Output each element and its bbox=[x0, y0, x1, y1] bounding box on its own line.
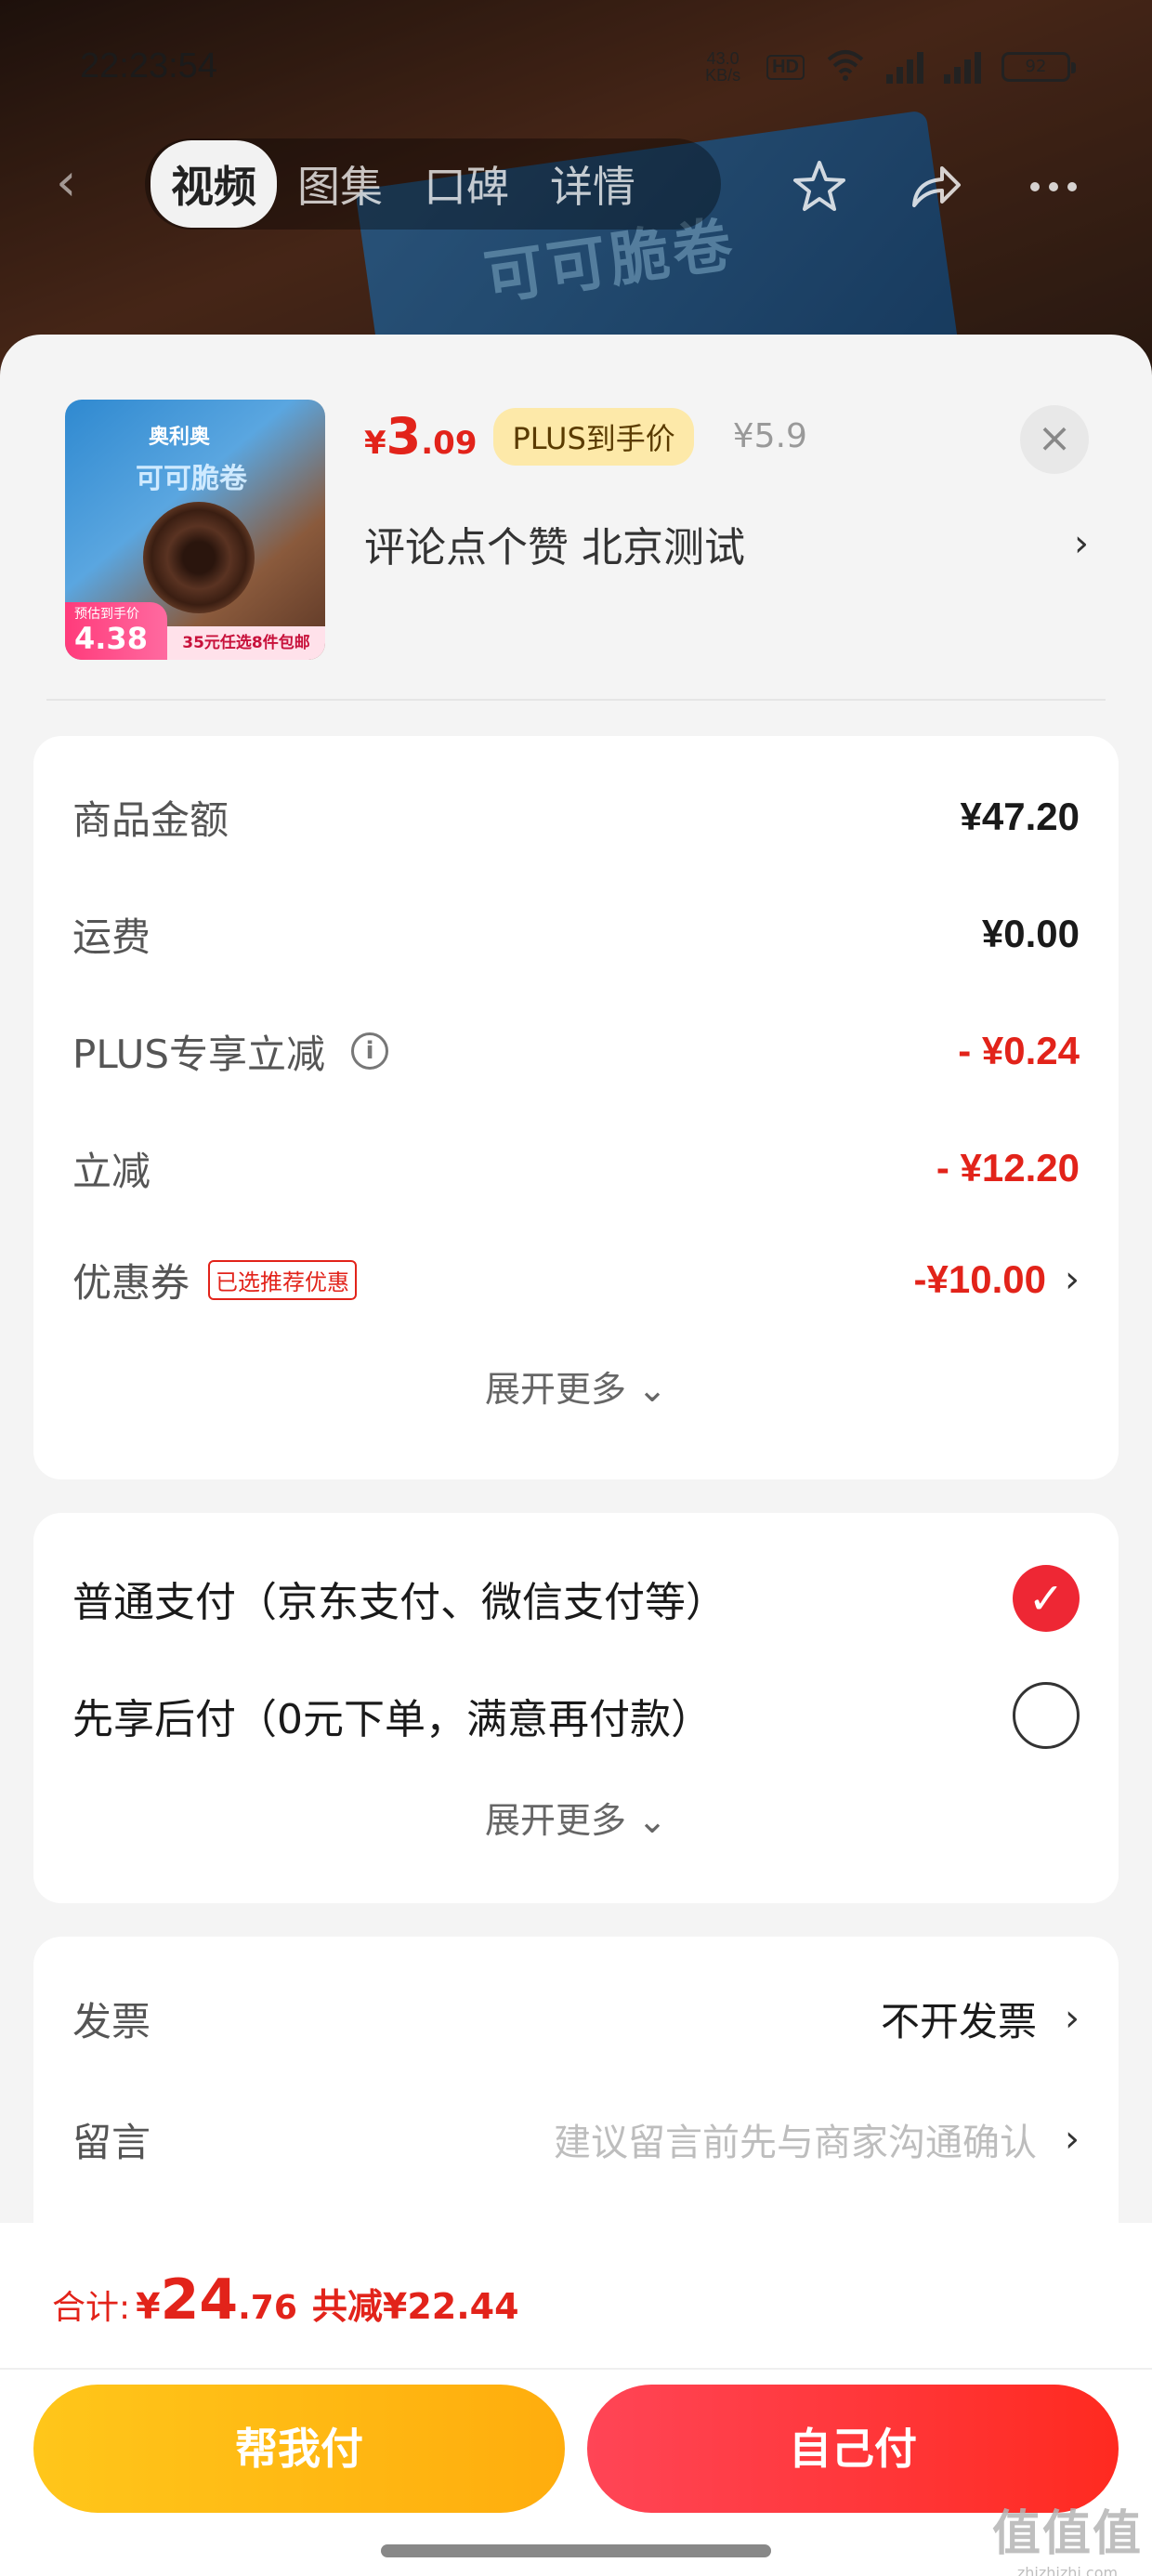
message-placeholder: 建议留言前先与商家沟通确认 bbox=[554, 2122, 1037, 2164]
network-speed: 43.0 KB/s bbox=[705, 49, 741, 85]
summary-value: -¥10.00 bbox=[913, 1257, 1046, 1301]
product-summary: 奥利奥 可可脆卷 预估到手价 4.38 35元任选8件包邮 ¥3.09 PLUS… bbox=[0, 335, 1152, 706]
price-yen: ¥ bbox=[364, 425, 386, 462]
info-icon[interactable]: i bbox=[351, 1032, 389, 1070]
thumb-price-value: 4.38 bbox=[74, 621, 148, 656]
hd-icon: HD bbox=[766, 54, 805, 80]
total-yen: ¥ bbox=[136, 2286, 161, 2327]
summary-value: ¥0.00 bbox=[981, 912, 1080, 955]
summary-value: ¥47.20 bbox=[960, 795, 1080, 838]
top-nav: ‹ 视频 图集 口碑 详情 bbox=[0, 135, 1152, 237]
divider bbox=[46, 699, 1106, 701]
payment-option-label: 先享后付（0元下单，满意再付款） bbox=[72, 1696, 712, 1743]
payment-option-paylater[interactable]: 先享后付（0元下单，满意再付款） bbox=[72, 1678, 1080, 1753]
chevron-right-icon: › bbox=[1074, 522, 1089, 565]
watermark-text: 值值值 bbox=[991, 2506, 1143, 2562]
summary-value: - ¥0.24 bbox=[958, 1029, 1080, 1072]
total-label: 合计: bbox=[52, 2289, 131, 2327]
summary-row-goods: 商品金额 ¥47.20 bbox=[72, 784, 1080, 849]
total-decimal: .76 bbox=[238, 2289, 297, 2327]
chevron-right-icon: › bbox=[1065, 1997, 1080, 2040]
invoice-label: 发票 bbox=[72, 1998, 151, 2044]
thumb-swirl-image bbox=[143, 502, 255, 613]
summary-row-shipping: 运费 ¥0.00 bbox=[72, 901, 1080, 966]
summary-row-plus-discount: PLUS专享立减 i - ¥0.24 bbox=[72, 1019, 1080, 1084]
price-integer: 3 bbox=[386, 407, 422, 466]
wifi-icon bbox=[825, 48, 866, 85]
status-icons: 43.0 KB/s HD 92 bbox=[700, 48, 1076, 85]
tab-video[interactable]: 视频 bbox=[151, 140, 277, 228]
thumb-price-badge: 预估到手价 4.38 bbox=[65, 602, 167, 660]
more-icon[interactable] bbox=[1020, 153, 1087, 220]
price-row: ¥3.09 PLUS到手价 ¥5.9 bbox=[364, 407, 807, 466]
product-thumbnail[interactable]: 奥利奥 可可脆卷 预估到手价 4.38 35元任选8件包邮 bbox=[65, 400, 325, 660]
spec-text: 评论点个赞 北京测试 bbox=[364, 524, 745, 572]
signal-icon-2 bbox=[944, 50, 981, 84]
message-label: 留言 bbox=[72, 2119, 151, 2165]
tab-reviews[interactable]: 口碑 bbox=[403, 140, 530, 228]
thumb-price-label: 预估到手价 bbox=[74, 607, 139, 622]
summary-label: 运费 bbox=[72, 913, 151, 960]
original-price: ¥5.9 bbox=[732, 417, 807, 455]
chevron-right-icon: › bbox=[1065, 2118, 1080, 2161]
order-total: 合计: ¥ 24 .76 共减¥22.44 bbox=[52, 2267, 519, 2333]
close-icon[interactable]: × bbox=[1020, 405, 1089, 474]
current-price: ¥3.09 bbox=[364, 407, 477, 466]
expand-more-button[interactable]: 展开更多 ⌄ bbox=[33, 1360, 1119, 1412]
thumb-product-name: 可可脆卷 bbox=[136, 463, 247, 495]
payment-method-card: 普通支付（京东支付、微信支付等） ✓ 先享后付（0元下单，满意再付款） 展开更多… bbox=[33, 1513, 1119, 1903]
price-decimal: .09 bbox=[421, 425, 478, 462]
divider bbox=[0, 2368, 1152, 2370]
coupon-tag: 已选推荐优惠 bbox=[208, 1259, 358, 1300]
tab-details[interactable]: 详情 bbox=[530, 140, 656, 228]
bottom-action-bar: 合计: ¥ 24 .76 共减¥22.44 帮我付 自己付 值值值 zhizhi… bbox=[0, 2223, 1152, 2576]
home-indicator[interactable] bbox=[381, 2544, 771, 2557]
thumb-promo: 35元任选8件包邮 bbox=[167, 626, 325, 660]
status-bar: 22:23:54 43.0 KB/s HD 92 bbox=[0, 0, 1152, 130]
summary-label: 优惠券 bbox=[72, 1259, 190, 1306]
status-time: 22:23:54 bbox=[80, 46, 217, 85]
back-icon[interactable]: ‹ bbox=[56, 157, 76, 209]
summary-label: 立减 bbox=[72, 1148, 151, 1194]
summary-value: - ¥12.20 bbox=[936, 1146, 1080, 1189]
total-saving: 共减¥22.44 bbox=[311, 2286, 519, 2327]
unchecked-radio-icon[interactable] bbox=[1013, 1682, 1080, 1749]
payment-option-normal[interactable]: 普通支付（京东支付、微信支付等） ✓ bbox=[72, 1561, 1080, 1636]
summary-row-discount: 立减 - ¥12.20 bbox=[72, 1136, 1080, 1201]
payment-option-label: 普通支付（京东支付、微信支付等） bbox=[72, 1579, 727, 1626]
watermark-logo: 值值值 zhizhizhi.com bbox=[992, 2494, 1143, 2576]
signal-icon bbox=[886, 50, 923, 84]
checked-radio-icon[interactable]: ✓ bbox=[1013, 1565, 1080, 1632]
chevron-right-icon: › bbox=[1065, 1258, 1080, 1301]
share-icon[interactable] bbox=[901, 153, 968, 220]
watermark-url: zhizhizhi.com bbox=[1016, 2564, 1119, 2576]
message-row[interactable]: 留言 建议留言前先与商家沟通确认 › bbox=[72, 2102, 1080, 2176]
plus-price-badge: PLUS到手价 bbox=[493, 407, 694, 466]
invoice-value: 不开发票 bbox=[880, 1998, 1037, 2044]
favorite-star-icon[interactable] bbox=[786, 153, 853, 220]
media-tabs: 视频 图集 口碑 详情 bbox=[145, 138, 721, 230]
battery-icon: 92 bbox=[1001, 52, 1076, 82]
invoice-row[interactable]: 发票 不开发票 › bbox=[72, 1981, 1080, 2056]
thumb-brand: 奥利奥 bbox=[149, 426, 211, 449]
extras-card: 发票 不开发票 › 留言 建议留言前先与商家沟通确认 › bbox=[33, 1937, 1119, 2271]
price-summary-card: 商品金额 ¥47.20 运费 ¥0.00 PLUS专享立减 i - ¥0.24 … bbox=[33, 736, 1119, 1479]
expand-more-button[interactable]: 展开更多 ⌄ bbox=[33, 1792, 1119, 1843]
total-integer: 24 bbox=[160, 2267, 239, 2333]
tab-gallery[interactable]: 图集 bbox=[277, 140, 403, 228]
summary-label: 商品金额 bbox=[72, 796, 229, 843]
summary-row-coupon[interactable]: 优惠券 已选推荐优惠 -¥10.00 › bbox=[72, 1247, 1080, 1312]
spec-selector[interactable]: 评论点个赞 北京测试 › bbox=[364, 511, 1089, 576]
summary-label: PLUS专享立减 bbox=[72, 1031, 326, 1077]
help-me-pay-button[interactable]: 帮我付 bbox=[33, 2385, 565, 2513]
